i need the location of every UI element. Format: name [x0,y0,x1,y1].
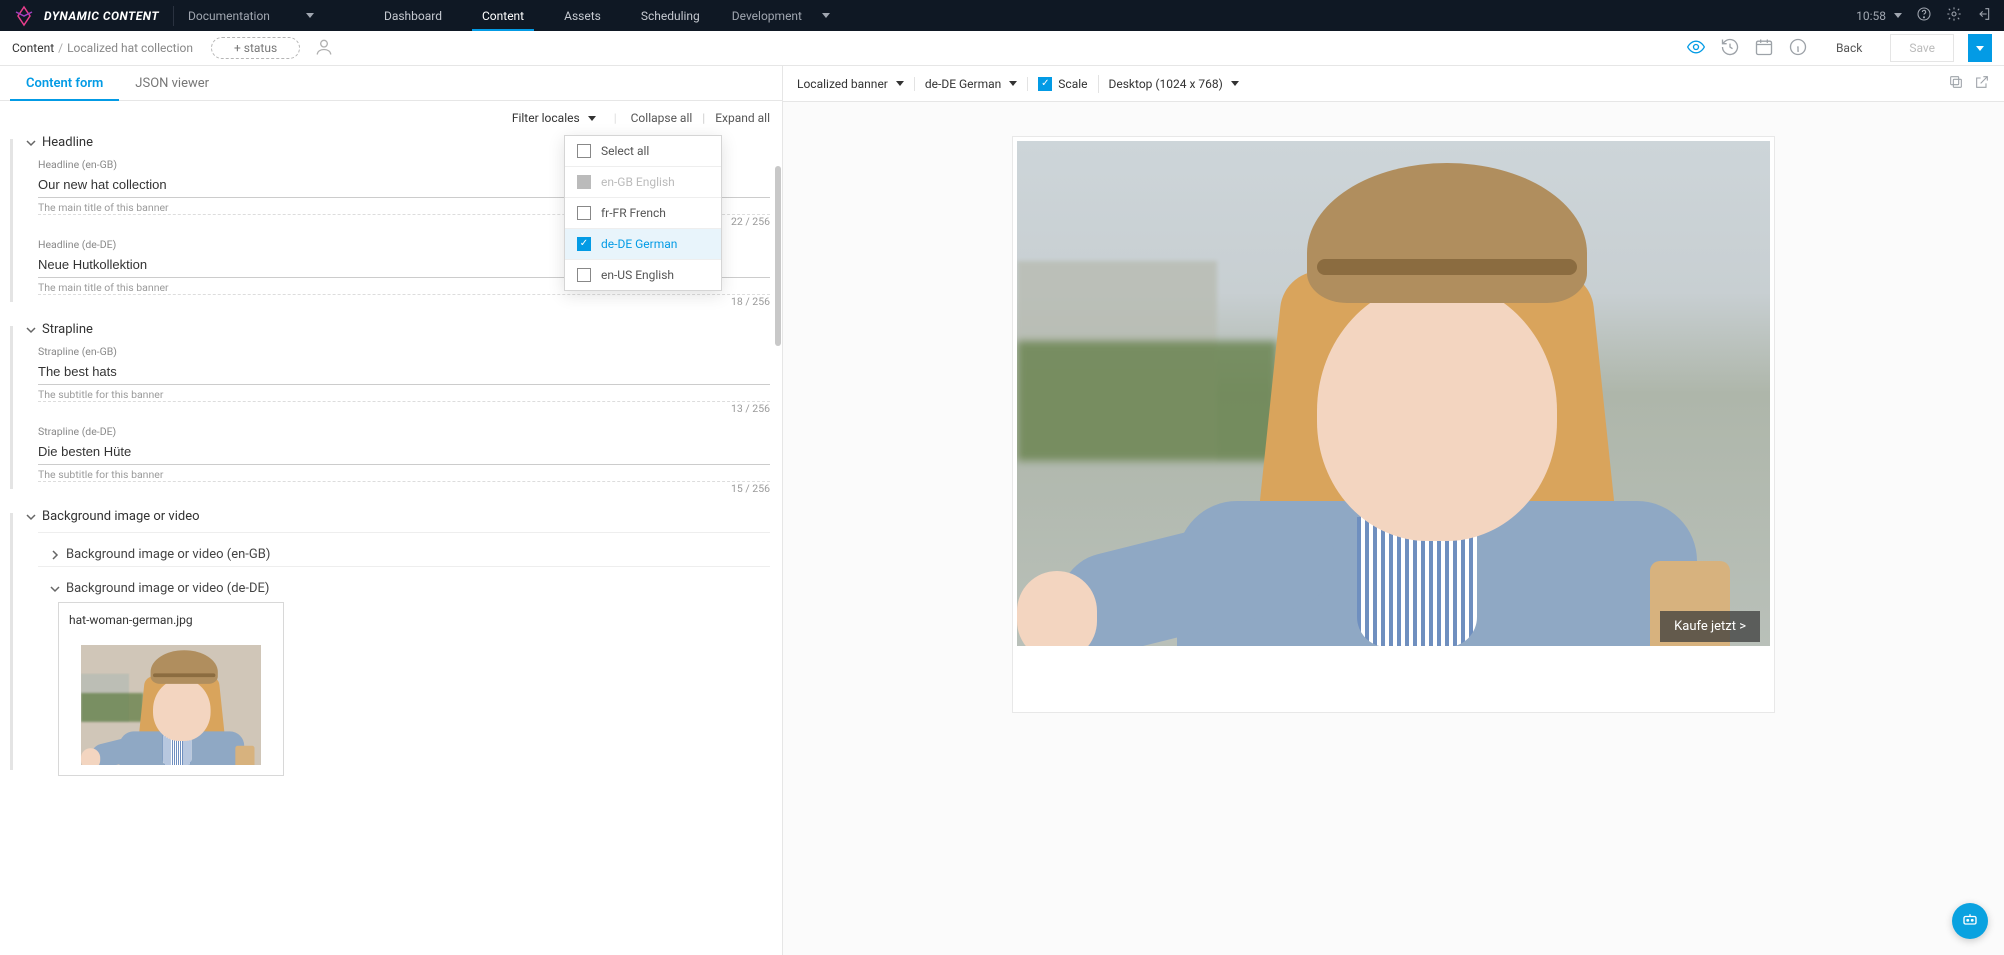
info-icon[interactable] [1788,37,1808,60]
nav-documentation[interactable]: Documentation [188,9,314,23]
field-strapline-en-gb: Strapline (en-GB) The subtitle for this … [38,345,770,415]
nav-tabs: Dashboard Content Assets Scheduling [374,1,710,30]
chevron-down-icon [26,138,36,148]
checkbox-icon [577,206,591,220]
expand-all-link[interactable]: Expand all [715,111,770,125]
filter-locales-button[interactable]: Filter locales [512,111,596,125]
chevron-down-icon [26,325,36,335]
chevron-down-icon [1231,81,1239,86]
status-chip[interactable]: + status [211,37,300,59]
preview-viewport: Kaufe jetzt > [783,102,2004,955]
section-strapline: Strapline Strapline (en-GB) The subtitle… [10,322,770,495]
section-background: Background image or video Background ima… [10,509,770,776]
locale-option-en-us[interactable]: en-US English [565,260,721,290]
field-strapline-de-de: Strapline (de-DE) The subtitle for this … [38,425,770,495]
checkbox-checked-icon: ✓ [577,237,591,251]
external-link-icon[interactable] [1974,74,1990,93]
preview-locale-select[interactable]: de-DE German [925,77,1028,91]
editor-panel: Content form JSON viewer Filter locales … [0,66,783,955]
nav-tab-dashboard[interactable]: Dashboard [374,1,452,30]
chevron-right-icon [50,550,60,560]
logout-icon[interactable] [1976,6,1992,25]
strapline-en-gb-input[interactable] [38,360,770,385]
asset-filename: hat-woman-german.jpg [69,613,273,627]
app-name: DYNAMIC CONTENT [44,9,159,23]
bg-de-de-toggle[interactable]: Background image or video (de-DE) [50,581,770,596]
asset-thumbnail [81,645,261,765]
cta-button[interactable]: Kaufe jetzt > [1660,611,1760,642]
scrollbar-thumb[interactable] [775,166,781,346]
chevron-down-icon [306,13,314,18]
tab-content-form[interactable]: Content form [10,66,119,100]
locale-option-fr-fr[interactable]: fr-FR French [565,198,721,229]
top-nav: DYNAMIC CONTENT Documentation Dashboard … [0,0,2004,31]
clock-time: 10:58 [1856,9,1886,23]
eye-icon[interactable] [1686,37,1706,60]
chevron-down-icon [50,584,60,594]
preview-canvas: Kaufe jetzt > [1012,136,1775,713]
nav-development[interactable]: Development [732,9,830,23]
checkbox-icon [577,144,591,158]
chat-fab[interactable] [1952,903,1988,939]
char-counter: 22 / 256 [731,215,770,228]
nav-tab-assets[interactable]: Assets [554,1,611,30]
char-counter: 18 / 256 [731,295,770,308]
locale-filter-dropdown: Select all en-GB English fr-FR French ✓ … [564,135,722,291]
calendar-icon[interactable] [1754,37,1774,60]
logo-icon [12,4,36,28]
collapse-all-link[interactable]: Collapse all [631,111,693,125]
chevron-down-icon [1009,81,1017,86]
locale-option-en-gb[interactable]: en-GB English [565,167,721,198]
nav-tab-scheduling[interactable]: Scheduling [631,1,710,30]
divider [173,6,174,26]
section-toggle-strapline[interactable]: Strapline [26,322,770,337]
nav-tab-content[interactable]: Content [472,1,534,30]
copy-icon[interactable] [1948,74,1964,93]
checkbox-icon [577,268,591,282]
preview-device-select[interactable]: Desktop (1024 x 768) [1109,77,1249,91]
tab-json-viewer[interactable]: JSON viewer [119,66,225,100]
checkbox-checked-icon: ✓ [1038,77,1052,91]
preview-toolbar: Localized banner de-DE German ✓ Scale De… [783,66,2004,102]
locale-option-select-all[interactable]: Select all [565,136,721,167]
checkbox-icon [577,175,591,189]
breadcrumb-root[interactable]: Content [12,41,54,55]
chevron-down-icon [896,81,904,86]
breadcrumb-current: Localized hat collection [67,41,193,55]
history-icon[interactable] [1720,37,1740,60]
locale-option-de-de[interactable]: ✓ de-DE German [565,229,721,260]
preview-scale-toggle[interactable]: ✓ Scale [1038,77,1087,91]
filter-row: Filter locales | Collapse all | Expand a… [0,101,782,131]
chevron-down-icon [822,13,830,18]
section-toggle-background[interactable]: Background image or video [26,509,770,524]
char-counter: 15 / 256 [731,482,770,495]
bg-en-gb-toggle[interactable]: Background image or video (en-GB) [50,547,770,562]
chevron-down-icon[interactable] [1894,13,1902,18]
app-logo[interactable]: DYNAMIC CONTENT [12,4,159,28]
help-icon[interactable] [1916,6,1932,25]
assignee-icon[interactable] [314,37,334,60]
chat-icon [1961,912,1979,930]
save-caret-button[interactable] [1968,34,1992,62]
chevron-down-icon [26,512,36,522]
back-button[interactable]: Back [1822,35,1876,61]
preview-banner-image [1017,141,1770,646]
gear-icon[interactable] [1946,6,1962,25]
save-button: Save [1890,34,1954,62]
preview-panel: Localized banner de-DE German ✓ Scale De… [783,66,2004,955]
char-counter: 13 / 256 [731,402,770,415]
breadcrumb-sep: / [58,41,63,55]
breadcrumb-bar: Content / Localized hat collection + sta… [0,31,2004,66]
editor-subtabs: Content form JSON viewer [0,66,782,101]
asset-card[interactable]: hat-woman-german.jpg [58,602,284,776]
chevron-down-icon [588,116,596,121]
strapline-de-de-input[interactable] [38,440,770,465]
preview-viz-select[interactable]: Localized banner [797,77,915,91]
